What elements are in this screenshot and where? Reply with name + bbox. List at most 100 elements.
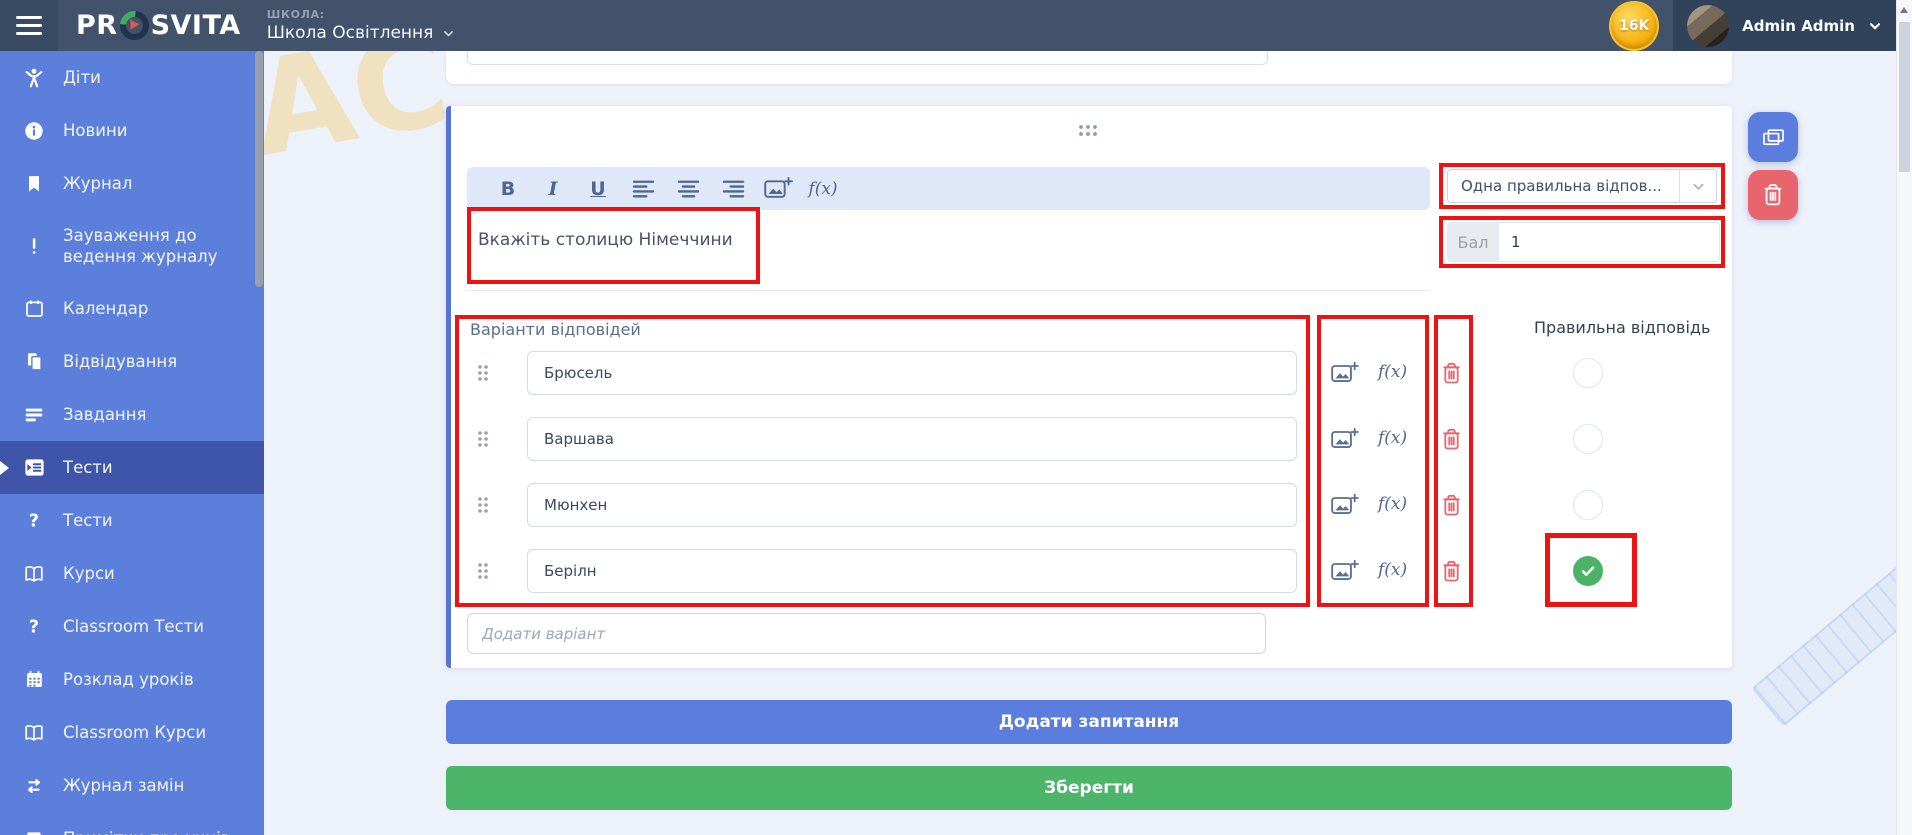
sidebar-item-label: Календар (63, 298, 148, 319)
user-menu[interactable]: Admin Admin (1673, 0, 1912, 51)
avatar (1687, 5, 1729, 47)
score-input[interactable] (1499, 222, 1720, 262)
scrollbar-up-arrow-icon[interactable] (1900, 7, 1908, 13)
score-field: Бал (1447, 222, 1720, 262)
underline-button[interactable]: U (583, 174, 613, 204)
sidebar-item-note-14[interactable]: Примітки про учнів (0, 812, 264, 835)
swap-icon (22, 774, 46, 798)
option-formula-button[interactable]: f(x) (1378, 494, 1407, 514)
sidebar-item-attendance-5[interactable]: Відвідування (0, 335, 264, 388)
option-delete-button[interactable] (1438, 360, 1465, 391)
save-button[interactable]: Зберегти (446, 766, 1732, 810)
option-add-image-button[interactable] (1330, 426, 1359, 456)
option-text-input[interactable] (527, 351, 1297, 395)
align-right-button[interactable] (718, 174, 748, 204)
sidebar-item-question-8[interactable]: ? Тести (0, 494, 264, 547)
image-add-icon (1330, 360, 1359, 386)
trash-icon (1438, 558, 1465, 585)
sidebar-item-schedule-11[interactable]: Розклад уроків (0, 653, 264, 706)
sidebar: Діти Новини Журнал Зауваження до ведення… (0, 51, 264, 835)
option-delete-button[interactable] (1438, 426, 1465, 457)
option-add-image-button[interactable] (1330, 492, 1359, 522)
question-editor: B I U f(x) Вкажіть столицю Німеччини (467, 167, 1430, 291)
sidebar-item-label: Діти (63, 67, 101, 88)
delete-question-button[interactable] (1748, 170, 1798, 220)
question-icon: ? (22, 509, 46, 533)
option-text-input[interactable] (527, 417, 1297, 461)
sidebar-item-child-0[interactable]: Діти (0, 51, 264, 104)
trash-icon (1438, 360, 1465, 387)
book-icon (22, 721, 46, 745)
correct-answer-radio[interactable] (1573, 424, 1603, 454)
sidebar-item-label: Примітки про учнів (63, 828, 230, 835)
sidebar-item-tasks-6[interactable]: Завдання (0, 388, 264, 441)
calendar-icon (22, 297, 46, 321)
option-add-image-button[interactable] (1330, 558, 1359, 588)
sidebar-item-calendar-4[interactable]: Календар (0, 282, 264, 335)
user-name: Admin Admin (1742, 17, 1855, 35)
align-center-button[interactable] (673, 174, 703, 204)
tests-icon (22, 456, 46, 480)
drag-handle-icon[interactable] (476, 562, 490, 584)
drag-handle-icon[interactable] (476, 496, 490, 518)
svg-text:?: ? (29, 617, 39, 637)
school-name: Школа Освітлення (267, 23, 434, 43)
options-rows: f(x) f(x) f(x) (446, 351, 1732, 615)
sidebar-item-label: Тести (63, 510, 113, 531)
drag-handle-icon[interactable] (476, 364, 490, 386)
sidebar-scrollbar-thumb[interactable] (255, 51, 263, 287)
check-icon (1578, 561, 1598, 581)
page-scrollbar-thumb[interactable] (1899, 22, 1910, 172)
insert-image-button[interactable] (763, 174, 793, 204)
option-formula-button[interactable]: f(x) (1378, 560, 1407, 580)
sidebar-item-info-1[interactable]: Новини (0, 104, 264, 157)
bold-button[interactable]: B (493, 174, 523, 204)
italic-button[interactable]: I (538, 174, 568, 204)
school-selector[interactable]: ШКОЛА: Школа Освітлення (267, 8, 456, 43)
correct-answer-radio[interactable] (1573, 556, 1603, 586)
option-delete-button[interactable] (1438, 492, 1465, 523)
question-drag-handle-icon[interactable] (1078, 122, 1098, 141)
add-option-input[interactable] (467, 613, 1266, 654)
sidebar-item-tests-7[interactable]: Тести (0, 441, 264, 494)
score-label: Бал (1447, 222, 1499, 262)
align-left-button[interactable] (628, 174, 658, 204)
option-add-image-button[interactable] (1330, 360, 1359, 390)
trash-icon (1759, 181, 1787, 209)
previous-question-input-partial[interactable] (467, 51, 1268, 65)
image-add-icon (1330, 558, 1359, 584)
formula-button[interactable]: f(x) (808, 174, 838, 204)
sidebar-item-warning-3[interactable]: Зауваження до ведення журналу (0, 210, 264, 282)
hamburger-menu-button[interactable] (0, 0, 58, 51)
correct-answer-radio[interactable] (1573, 490, 1603, 520)
option-delete-button[interactable] (1438, 558, 1465, 589)
image-add-icon (1330, 492, 1359, 518)
coins-badge[interactable]: 16K (1609, 1, 1659, 51)
duplicate-question-button[interactable] (1748, 112, 1798, 162)
sidebar-item-swap-13[interactable]: Журнал замін (0, 759, 264, 812)
info-icon (22, 119, 46, 143)
question-text-input[interactable]: Вкажіть столицю Німеччини (467, 210, 1430, 250)
option-row: f(x) (446, 483, 1732, 527)
add-question-button[interactable]: Додати запитання (446, 700, 1732, 744)
book-icon (22, 562, 46, 586)
logo-text-left: PR (76, 10, 118, 41)
question-type-dropdown[interactable]: Одна правильна відпов... (1447, 169, 1717, 203)
trash-icon (1438, 492, 1465, 519)
correct-answer-radio[interactable] (1573, 358, 1603, 388)
sidebar-item-label: Завдання (63, 404, 146, 425)
logo-text-right: SVITA (151, 10, 241, 41)
sidebar-item-bookmark-2[interactable]: Журнал (0, 157, 264, 210)
option-text-input[interactable] (527, 483, 1297, 527)
option-formula-button[interactable]: f(x) (1378, 428, 1407, 448)
sidebar-item-question-10[interactable]: ? Classroom Тести (0, 600, 264, 653)
drag-handle-icon[interactable] (476, 430, 490, 452)
sidebar-item-book-12[interactable]: Classroom Курси (0, 706, 264, 759)
option-text-input[interactable] (527, 549, 1297, 593)
option-formula-button[interactable]: f(x) (1378, 362, 1407, 382)
page-scrollbar[interactable] (1896, 0, 1912, 835)
chevron-down-icon (1679, 170, 1716, 202)
sidebar-item-book-9[interactable]: Курси (0, 547, 264, 600)
bookmark-icon (22, 172, 46, 196)
schedule-icon (22, 668, 46, 692)
